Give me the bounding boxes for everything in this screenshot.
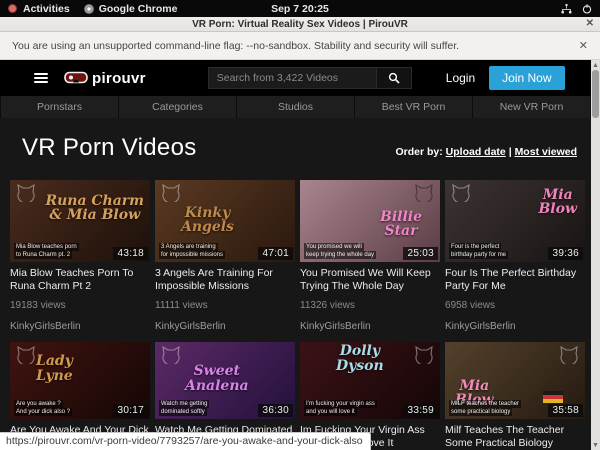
duration-badge: 39:36 bbox=[548, 247, 583, 260]
studio-cat-watermark-icon bbox=[16, 184, 36, 202]
thumbnail-caption: Are you awake ?And your dick also ? bbox=[14, 400, 72, 416]
nav-item-pornstars[interactable]: Pornstars bbox=[0, 96, 119, 118]
view-count: 6958 views bbox=[445, 300, 585, 311]
order-upload-date-link[interactable]: Upload date bbox=[446, 146, 506, 158]
thumbnail-caption: Four is the perfectbirthday party for me bbox=[449, 243, 508, 259]
nav-item-best-vr-porn[interactable]: Best VR Porn bbox=[355, 96, 473, 118]
scroll-down-arrow-icon[interactable]: ▼ bbox=[591, 440, 600, 450]
thumbnail-caption: MILF teaches the teachersome practical b… bbox=[449, 400, 521, 416]
scrollbar-thumb[interactable] bbox=[592, 70, 599, 118]
video-card[interactable]: MiaBlow MILF teaches the teachersome pra… bbox=[445, 342, 585, 450]
video-thumbnail[interactable]: MiaBlow Four is the perfectbirthday part… bbox=[445, 180, 585, 262]
video-card[interactable]: Runa Charm& Mia Blow Mia Blow teaches po… bbox=[10, 180, 150, 332]
video-thumbnail[interactable]: KinkyAngels 3 Angels are trainingfor imp… bbox=[155, 180, 295, 262]
main-nav: Pornstars Categories Studios Best VR Por… bbox=[0, 96, 591, 118]
studio-link[interactable]: KinkyGirlsBerlin bbox=[300, 321, 440, 332]
search-icon bbox=[388, 72, 400, 84]
menu-icon[interactable] bbox=[34, 73, 48, 83]
video-thumbnail[interactable]: Runa Charm& Mia Blow Mia Blow teaches po… bbox=[10, 180, 150, 262]
search-button[interactable] bbox=[376, 67, 412, 89]
studio-cat-watermark-icon bbox=[161, 184, 181, 202]
video-thumbnail[interactable]: SweetAnalena Watch me gettingdominated s… bbox=[155, 342, 295, 419]
site-logo[interactable]: pirouvr bbox=[64, 70, 146, 87]
login-link[interactable]: Login bbox=[446, 71, 475, 85]
order-by: Order by: Upload date | Most viewed bbox=[395, 146, 577, 162]
studio-link[interactable]: KinkyGirlsBerlin bbox=[10, 321, 150, 332]
video-title[interactable]: 3 Angels Are Training For Impossible Mis… bbox=[155, 267, 295, 293]
nav-item-studios[interactable]: Studios bbox=[237, 96, 355, 118]
studio-cat-watermark-icon bbox=[414, 184, 434, 202]
video-title[interactable]: You Promised We Will Keep Trying The Who… bbox=[300, 267, 440, 293]
video-thumbnail[interactable]: LadyLyne Are you awake ?And your dick al… bbox=[10, 342, 150, 419]
scrollbar[interactable]: ▲ ▼ bbox=[591, 60, 600, 450]
german-flag-icon bbox=[543, 391, 563, 403]
studio-link[interactable]: KinkyGirlsBerlin bbox=[445, 321, 585, 332]
thumbnail-caption: Watch me gettingdominated softly bbox=[159, 400, 209, 416]
screen: Activities Google Chrome Sep 7 20:25 VR … bbox=[0, 0, 600, 450]
thumbnail-caption: Mia Blow teaches pornto Runa Charm pt. 2 bbox=[14, 243, 79, 259]
studio-link[interactable]: KinkyGirlsBerlin bbox=[155, 321, 295, 332]
video-thumbnail[interactable]: DollyDyson I'm fucking your virgin assan… bbox=[300, 342, 440, 419]
thumbnail-caption: You promised we willkeep trying the whol… bbox=[304, 243, 376, 259]
infobar-message: You are using an unsupported command-lin… bbox=[12, 40, 459, 52]
duration-badge: 30:17 bbox=[113, 404, 148, 417]
duration-badge: 36:30 bbox=[258, 404, 293, 417]
video-thumbnail[interactable]: MiaBlow MILF teaches the teachersome pra… bbox=[445, 342, 585, 419]
video-thumbnail[interactable]: BillieStar You promised we willkeep tryi… bbox=[300, 180, 440, 262]
system-top-bar: Activities Google Chrome Sep 7 20:25 bbox=[0, 0, 600, 17]
join-now-button[interactable]: Join Now bbox=[489, 66, 564, 90]
view-count: 11111 views bbox=[155, 300, 295, 311]
duration-badge: 47:01 bbox=[258, 247, 293, 260]
nav-item-categories[interactable]: Categories bbox=[119, 96, 237, 118]
studio-cat-watermark-icon bbox=[16, 346, 36, 364]
page-title: VR Porn Videos bbox=[22, 134, 197, 162]
order-most-viewed-link[interactable]: Most viewed bbox=[515, 146, 577, 158]
order-by-label: Order by: bbox=[395, 146, 442, 158]
window-title: VR Porn: Virtual Reality Sex Videos | Pi… bbox=[192, 19, 408, 30]
thumbnail-caption: 3 Angels are trainingfor impossible miss… bbox=[159, 243, 225, 259]
power-icon[interactable] bbox=[582, 4, 592, 14]
logo-text: pirouvr bbox=[92, 70, 146, 87]
window-titlebar[interactable]: VR Porn: Virtual Reality Sex Videos | Pi… bbox=[0, 17, 600, 32]
studio-cat-watermark-icon bbox=[414, 346, 434, 364]
thumbnail-caption: I'm fucking your virgin assand you will … bbox=[304, 400, 377, 416]
view-count: 19183 views bbox=[10, 300, 150, 311]
video-grid: Runa Charm& Mia Blow Mia Blow teaches po… bbox=[10, 180, 585, 450]
duration-badge: 33:59 bbox=[403, 404, 438, 417]
clock[interactable]: Sep 7 20:25 bbox=[0, 3, 600, 15]
order-separator: | bbox=[509, 146, 512, 158]
studio-cat-watermark-icon bbox=[559, 346, 579, 364]
page-content: VR Porn Videos Order by: Upload date | M… bbox=[0, 118, 591, 450]
video-card[interactable]: MiaBlow Four is the perfectbirthday part… bbox=[445, 180, 585, 332]
window-close-icon[interactable]: ✕ bbox=[586, 18, 594, 29]
infobar-close-icon[interactable]: ✕ bbox=[579, 39, 588, 52]
search-input[interactable] bbox=[208, 67, 376, 89]
view-count: 11326 views bbox=[300, 300, 440, 311]
vr-headset-icon bbox=[64, 71, 88, 85]
video-title[interactable]: Four Is The Perfect Birthday Party For M… bbox=[445, 267, 585, 293]
video-card[interactable]: BillieStar You promised we willkeep tryi… bbox=[300, 180, 440, 332]
video-title[interactable]: Mia Blow Teaches Porn To Runa Charm Pt 2 bbox=[10, 267, 150, 293]
duration-badge: 25:03 bbox=[403, 247, 438, 260]
chrome-infobar: You are using an unsupported command-lin… bbox=[0, 32, 600, 60]
duration-badge: 35:58 bbox=[548, 404, 583, 417]
video-card[interactable]: KinkyAngels 3 Angels are trainingfor imp… bbox=[155, 180, 295, 332]
scroll-up-arrow-icon[interactable]: ▲ bbox=[591, 60, 600, 70]
studio-cat-watermark-icon bbox=[451, 184, 471, 202]
status-bar-url: https://pirouvr.com/vr-porn-video/779325… bbox=[0, 432, 371, 450]
duration-badge: 43:18 bbox=[113, 247, 148, 260]
nav-item-new-vr-porn[interactable]: New VR Porn bbox=[473, 96, 591, 118]
site-header: pirouvr Login Join Now bbox=[0, 60, 600, 96]
video-title[interactable]: Milf Teaches The Teacher Some Practical … bbox=[445, 424, 585, 450]
studio-cat-watermark-icon bbox=[161, 346, 181, 364]
network-icon[interactable] bbox=[561, 4, 572, 14]
